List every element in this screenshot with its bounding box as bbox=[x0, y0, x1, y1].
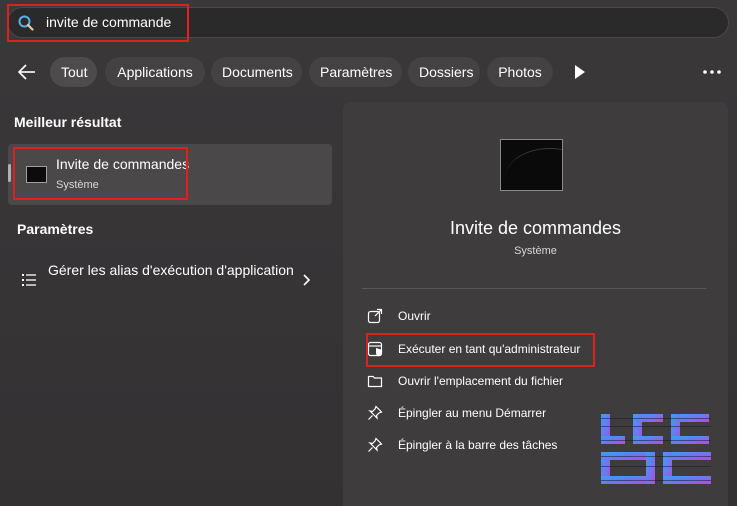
best-match-subtitle: Système bbox=[56, 179, 99, 191]
filter-applications[interactable]: Applications bbox=[105, 57, 205, 87]
filter-tout[interactable]: Tout bbox=[50, 57, 97, 87]
filter-parametres[interactable]: Paramètres bbox=[309, 57, 402, 87]
best-match-title: Invite de commandes bbox=[56, 156, 190, 172]
best-match-result[interactable]: Invite de commandes Système bbox=[8, 144, 332, 205]
detail-title: Invite de commandes bbox=[449, 218, 622, 238]
more-icon[interactable] bbox=[700, 60, 724, 84]
settings-item-label: Gérer les alias d'exécution d'applicatio… bbox=[48, 262, 294, 278]
filter-photos[interactable]: Photos bbox=[487, 57, 553, 87]
open-icon bbox=[367, 308, 383, 324]
cmd-icon bbox=[26, 166, 47, 183]
best-match-heading: Meilleur résultat bbox=[14, 114, 122, 130]
settings-heading: Paramètres bbox=[17, 221, 94, 237]
filter-documents[interactable]: Documents bbox=[211, 57, 302, 87]
pin-icon bbox=[368, 437, 383, 452]
action-label: Épingler au menu Démarrer bbox=[398, 406, 547, 420]
settings-item-app-alias[interactable]: Gérer les alias d'exécution d'applicatio… bbox=[8, 256, 332, 306]
cmd-large-icon bbox=[500, 139, 563, 191]
search-icon bbox=[18, 15, 34, 31]
action-label: Exécuter en tant qu'administrateur bbox=[398, 342, 581, 356]
pin-icon bbox=[368, 405, 383, 420]
action-label: Ouvrir bbox=[398, 309, 431, 323]
detail-subtitle: Système bbox=[514, 245, 557, 257]
filter-dossiers[interactable]: Dossiers bbox=[408, 57, 480, 87]
folder-icon bbox=[367, 375, 383, 388]
admin-shield-icon bbox=[367, 341, 383, 357]
divider bbox=[362, 288, 706, 289]
lcdc-logo bbox=[601, 414, 711, 484]
back-arrow-icon[interactable] bbox=[16, 61, 38, 83]
search-input[interactable]: invite de commande bbox=[46, 14, 171, 30]
action-label: Épingler à la barre des tâches bbox=[398, 438, 558, 452]
chevron-right-icon[interactable] bbox=[302, 272, 312, 288]
selection-indicator bbox=[8, 164, 11, 182]
action-label: Ouvrir l'emplacement du fichier bbox=[398, 374, 564, 388]
play-icon[interactable] bbox=[573, 64, 587, 80]
list-icon bbox=[22, 274, 36, 286]
